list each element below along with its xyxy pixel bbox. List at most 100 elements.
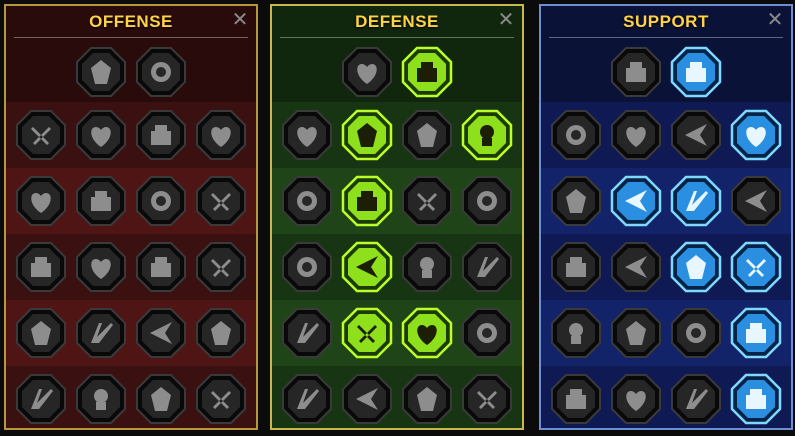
skill-node-flaming-skull-icon[interactable] <box>670 109 722 161</box>
skill-node-heart-plus-icon[interactable] <box>610 46 662 98</box>
skill-node-running-figure-icon[interactable] <box>281 307 333 359</box>
rainbow-arc-icon <box>611 110 661 160</box>
skill-node-blade-sparkles-icon[interactable] <box>15 373 67 425</box>
skill-node-open-palm-icon[interactable] <box>401 241 453 293</box>
dripping-flames-icon <box>341 307 393 359</box>
skill-node-skull-fire-icon[interactable] <box>195 373 247 425</box>
swirl-shield-icon <box>462 308 512 358</box>
skill-node-chain-lightning-icon[interactable] <box>195 241 247 293</box>
heart-plus-icon <box>611 47 661 97</box>
skill-node-knight-shield-icon[interactable] <box>341 175 393 227</box>
defense-panel: DEFENSE ✕ <box>270 4 524 430</box>
skill-node-compass-star-icon[interactable] <box>550 307 602 359</box>
bearded-dwarf-icon <box>402 374 452 424</box>
skill-node-shattered-ground-icon[interactable] <box>15 307 67 359</box>
skill-node-heart-crack-icon[interactable] <box>195 109 247 161</box>
skill-node-radiant-skull-icon[interactable] <box>401 307 453 359</box>
open-book-icon <box>670 241 722 293</box>
skill-node-skull-wreath-icon[interactable] <box>610 373 662 425</box>
skill-node-potion-flask-icon[interactable] <box>550 373 602 425</box>
skill-node-rainbow-arc-icon[interactable] <box>610 109 662 161</box>
skill-node-fist-shield-icon[interactable] <box>670 373 722 425</box>
defense-title: DEFENSE <box>355 12 439 31</box>
skill-node-hand-block-icon[interactable] <box>281 175 333 227</box>
skill-node-broken-sword-icon[interactable] <box>461 109 513 161</box>
flaming-skull-icon <box>671 110 721 160</box>
skill-node-burning-heart-icon[interactable] <box>341 109 393 161</box>
skill-node-lightning-bolt-icon[interactable] <box>610 175 662 227</box>
skill-node-knight-helmet-icon[interactable] <box>75 373 127 425</box>
skill-node-open-book-icon[interactable] <box>670 241 722 293</box>
stone-golem-icon <box>402 110 452 160</box>
claw-slash-icon <box>136 47 186 97</box>
skill-node-dancing-figure-icon[interactable] <box>730 307 782 359</box>
skill-node-skull-bubbles-icon[interactable] <box>135 175 187 227</box>
skill-node-comet-icon[interactable] <box>610 241 662 293</box>
skill-node-crossed-swords-icon[interactable] <box>75 46 127 98</box>
skill-node-sword-ring-icon[interactable] <box>135 307 187 359</box>
knight-shield-icon <box>341 175 393 227</box>
skill-row <box>541 168 791 234</box>
skill-node-spiked-shield-icon[interactable] <box>341 373 393 425</box>
skill-node-winged-beast-icon[interactable] <box>135 373 187 425</box>
dancing-figure-icon <box>730 307 782 359</box>
skill-node-skull-heart-icon[interactable] <box>401 175 453 227</box>
skill-node-hand-swirl-icon[interactable] <box>670 46 722 98</box>
skill-node-dripping-flames-icon[interactable] <box>341 307 393 359</box>
skill-node-claw-slash-icon[interactable] <box>135 46 187 98</box>
skill-node-crowd-figures-icon[interactable] <box>281 241 333 293</box>
skill-node-blades-slash-icon[interactable] <box>75 109 127 161</box>
comet-icon <box>611 242 661 292</box>
skill-node-shield-sword-icon[interactable] <box>135 109 187 161</box>
skill-node-speed-arrow-icon[interactable] <box>730 109 782 161</box>
close-icon[interactable]: ✕ <box>230 10 250 30</box>
skill-node-skull-cluster-icon[interactable] <box>75 307 127 359</box>
skill-node-chained-heart-icon[interactable] <box>550 241 602 293</box>
bleeding-heart-sword-icon <box>16 242 66 292</box>
skill-node-hourglass-skull-icon[interactable] <box>341 241 393 293</box>
skill-node-praying-hands-icon[interactable] <box>550 109 602 161</box>
skill-node-hooded-face-icon[interactable] <box>461 175 513 227</box>
skill-node-swirl-shield-icon[interactable] <box>461 307 513 359</box>
skill-node-duo-figures-icon[interactable] <box>730 175 782 227</box>
skill-node-muscle-man-icon[interactable] <box>461 373 513 425</box>
skill-node-bleeding-heart-sword-icon[interactable] <box>15 241 67 293</box>
swift-boot-icon <box>611 308 661 358</box>
skill-node-demon-bust-icon[interactable] <box>15 109 67 161</box>
angry-eyes-icon <box>730 241 782 293</box>
skill-node-warrior-flex-icon[interactable] <box>195 307 247 359</box>
skill-node-bull-head-icon[interactable] <box>461 241 513 293</box>
winged-beast-icon <box>136 374 186 424</box>
skill-node-hammer-fist-icon[interactable] <box>75 241 127 293</box>
skill-node-watching-eye-icon[interactable] <box>670 307 722 359</box>
skill-node-eagle-head-icon[interactable] <box>730 373 782 425</box>
skill-node-swift-boot-icon[interactable] <box>610 307 662 359</box>
chained-heart-icon <box>551 242 601 292</box>
skill-node-angry-eyes-icon[interactable] <box>730 241 782 293</box>
skill-node-battle-axe-icon[interactable] <box>135 241 187 293</box>
skill-node-flaming-beast-icon[interactable] <box>281 373 333 425</box>
skill-node-fanged-maw-icon[interactable] <box>75 175 127 227</box>
skill-node-stone-golem-icon[interactable] <box>401 109 453 161</box>
skill-node-reaper-scythe-icon[interactable] <box>195 175 247 227</box>
skill-row <box>6 300 256 366</box>
crossed-swords-icon <box>76 47 126 97</box>
spiked-shield-icon <box>342 374 392 424</box>
skill-node-chevron-shield-icon[interactable] <box>281 109 333 161</box>
hourglass-skull-icon <box>341 241 393 293</box>
support-rows <box>541 102 791 428</box>
skill-node-raised-fist-icon[interactable] <box>401 46 453 98</box>
title-divider <box>14 37 248 38</box>
skill-node-sparkle-person-icon[interactable] <box>550 175 602 227</box>
close-icon[interactable]: ✕ <box>496 10 516 30</box>
crack-ground-icon <box>670 175 722 227</box>
fist-strike-icon <box>16 176 66 226</box>
skill-node-bearded-dwarf-icon[interactable] <box>401 373 453 425</box>
skill-node-armor-plates-icon[interactable] <box>341 46 393 98</box>
skill-node-fist-strike-icon[interactable] <box>15 175 67 227</box>
warrior-flex-icon <box>196 308 246 358</box>
close-icon[interactable]: ✕ <box>765 10 785 30</box>
battle-axe-icon <box>136 242 186 292</box>
defense-top-row <box>272 42 522 102</box>
skill-node-crack-ground-icon[interactable] <box>670 175 722 227</box>
